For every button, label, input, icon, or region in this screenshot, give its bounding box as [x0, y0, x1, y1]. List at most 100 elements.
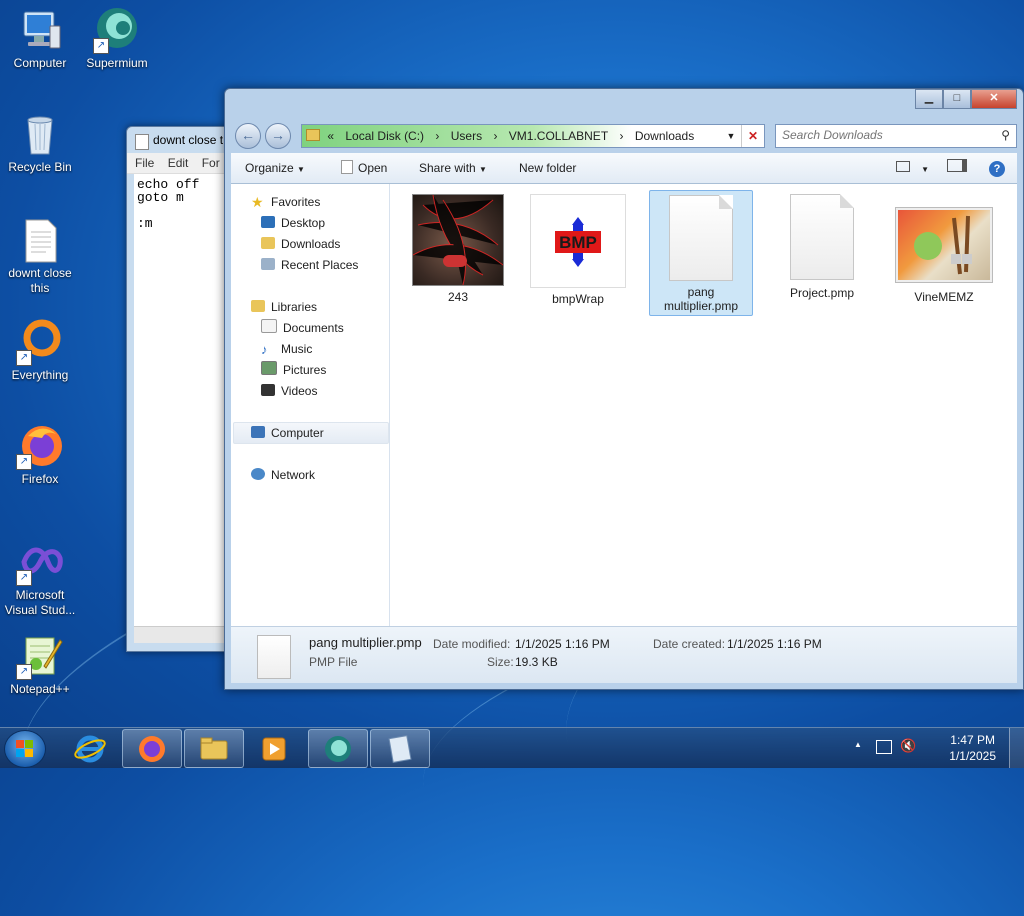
taskbar-explorer[interactable] [184, 729, 244, 768]
organize-button[interactable]: Organize ▼ [245, 153, 305, 183]
search-input[interactable] [776, 125, 993, 145]
taskbar: ▲ 🔇 1:47 PM 1/1/2025 [0, 727, 1024, 768]
nav-label: Recent Places [281, 258, 359, 272]
file-name: pang multiplier.pmp [663, 285, 739, 313]
menu-edit[interactable]: Edit [168, 156, 189, 170]
notepad-window[interactable]: downt close t File Edit For echo off got… [126, 126, 238, 652]
desktop-icon-firefox[interactable]: ↗ Firefox [0, 422, 80, 487]
taskbar-media-player[interactable] [244, 729, 304, 768]
desktop-icon-text-file[interactable]: downt close this [0, 216, 80, 296]
desktop-icon-label: downt close this [8, 266, 72, 295]
menu-format[interactable]: For [202, 156, 220, 170]
breadcrumb-separator[interactable]: › [620, 129, 624, 143]
documents-icon [261, 319, 277, 333]
taskbar-firefox[interactable] [122, 729, 182, 768]
desktop-icon-recycle-bin[interactable]: Recycle Bin [0, 110, 80, 175]
volume-muted-icon[interactable]: 🔇 [900, 738, 916, 754]
help-button[interactable]: ? [989, 159, 1005, 177]
internet-explorer-icon [74, 735, 106, 763]
file-item[interactable]: 243 [407, 194, 509, 304]
computer-icon [251, 426, 265, 438]
show-desktop-button[interactable] [1009, 728, 1024, 768]
nav-recent-places[interactable]: Recent Places [261, 255, 358, 275]
nav-music[interactable]: ♪ Music [261, 339, 312, 359]
nav-libraries[interactable]: Libraries [251, 297, 317, 317]
breadcrumb-users[interactable]: Users [451, 129, 482, 143]
shortcut-arrow-icon: ↗ [16, 664, 32, 680]
nav-documents[interactable]: Documents [261, 318, 344, 338]
preview-pane-button[interactable] [947, 159, 967, 177]
back-button[interactable]: ← [235, 123, 261, 149]
search-icon[interactable]: ⚲ [1001, 128, 1010, 142]
pictures-icon [261, 361, 277, 375]
windows-logo-icon [16, 740, 33, 757]
show-hidden-icons-button[interactable]: ▲ [854, 740, 862, 749]
horizontal-scrollbar[interactable] [134, 626, 237, 643]
share-with-button[interactable]: Share with ▼ [419, 153, 487, 183]
file-name: Project.pmp [789, 286, 855, 300]
clock[interactable]: 1:47 PM 1/1/2025 [949, 732, 996, 764]
image-thumbnail [412, 194, 504, 286]
supermium-icon [325, 736, 351, 762]
address-dropdown-icon[interactable]: ▼ [724, 125, 738, 147]
search-box[interactable]: ⚲ [775, 124, 1017, 148]
address-bar[interactable]: « Local Disk (C:) › Users › VM1.COLLABNE… [301, 124, 765, 148]
desktop-icon-label: Computer [13, 56, 67, 70]
taskbar-notepad[interactable] [370, 729, 430, 768]
breadcrumb-separator[interactable]: › [435, 129, 439, 143]
recycle-bin-icon [16, 110, 64, 158]
help-icon: ? [989, 161, 1005, 177]
breadcrumb-overflow[interactable]: « [327, 129, 334, 143]
nav-network[interactable]: Network [251, 465, 315, 485]
system-tray: ▲ 🔇 1:47 PM 1/1/2025 [854, 728, 1024, 768]
desktop-icon-everything[interactable]: ↗ Everything [0, 318, 80, 383]
menu-file[interactable]: File [135, 156, 154, 170]
desktop-icon-label: Firefox [21, 472, 59, 486]
file-item[interactable]: VineMEMZ [893, 194, 995, 304]
breadcrumb-vm1[interactable]: VM1.COLLABNET [509, 129, 608, 143]
nav-videos[interactable]: Videos [261, 381, 317, 401]
nav-desktop[interactable]: Desktop [261, 213, 325, 233]
open-button[interactable]: Open [341, 153, 387, 183]
nav-label: Network [271, 468, 316, 482]
change-view-button[interactable]: ▼ [895, 159, 929, 177]
file-item[interactable]: BMP bmpWrap [527, 194, 629, 306]
desktop-icon-visual-studio[interactable]: ↗ Microsoft Visual Stud... [0, 538, 80, 618]
network-icon[interactable] [876, 740, 892, 754]
details-pane: pang multiplier.pmp PMP File Date modifi… [231, 626, 1017, 683]
minimize-button[interactable]: ▁ [915, 89, 943, 109]
shortcut-arrow-icon: ↗ [16, 570, 32, 586]
maximize-button[interactable]: □ [943, 89, 971, 109]
forward-button[interactable]: → [265, 123, 291, 149]
navigation-bar: ← → « Local Disk (C:) › Users › VM1.COLL… [231, 121, 1017, 149]
nav-favorites[interactable]: ★ Favorites [251, 192, 320, 212]
taskbar-ie[interactable] [60, 729, 120, 768]
desktop-icon-label: Microsoft Visual Stud... [4, 588, 76, 617]
desktop-icon-supermium[interactable]: ↗ Supermium [77, 6, 157, 71]
breadcrumb-separator[interactable]: › [493, 129, 497, 143]
desktop-icon-notepadpp[interactable]: ↗ Notepad++ [0, 632, 80, 697]
file-item[interactable]: Project.pmp [771, 194, 873, 300]
new-folder-button[interactable]: New folder [519, 153, 576, 183]
desktop-icon-computer[interactable]: Computer [0, 6, 80, 71]
details-filetype: PMP File [309, 655, 358, 669]
details-file-icon [257, 635, 291, 679]
nav-downloads[interactable]: Downloads [261, 234, 340, 254]
everything-icon: ↗ [16, 318, 64, 366]
nav-pictures[interactable]: Pictures [261, 360, 326, 380]
notepad-text-area[interactable]: echo off goto m :m [134, 174, 237, 627]
stop-loading-button[interactable]: ✕ [741, 125, 764, 147]
document-page [790, 194, 854, 280]
nav-computer[interactable]: Computer [251, 423, 324, 443]
folder-icon [200, 737, 228, 760]
breadcrumb-downloads[interactable]: Downloads [635, 129, 694, 143]
close-button[interactable]: ✕ [971, 89, 1017, 109]
taskbar-supermium[interactable] [308, 729, 368, 768]
start-button[interactable] [4, 730, 46, 768]
explorer-window[interactable]: ▁ □ ✕ ← → « Local Disk (C:) › Users › VM… [224, 88, 1024, 690]
breadcrumb-local-disk[interactable]: Local Disk (C:) [345, 129, 424, 143]
music-icon: ♪ [261, 342, 268, 357]
file-item-selected[interactable]: pang multiplier.pmp [649, 190, 753, 316]
details-created-value: 1/1/2025 1:16 PM [727, 637, 822, 651]
notepad-titlebar[interactable]: downt close t [127, 127, 237, 153]
